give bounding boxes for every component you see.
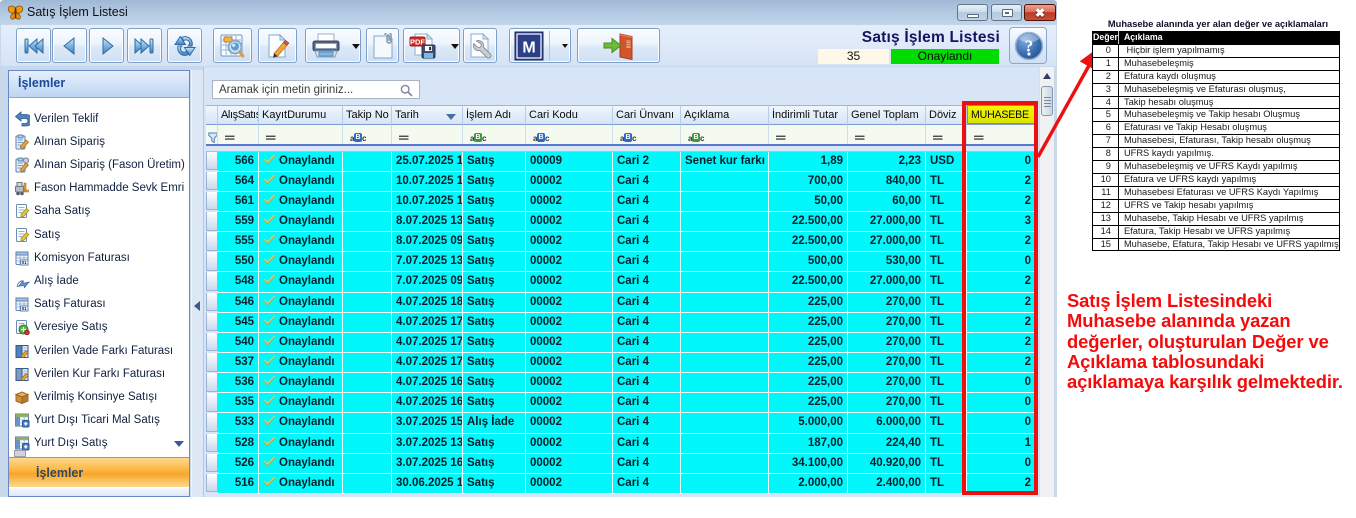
svg-text:M: M bbox=[522, 40, 535, 57]
svg-text:01: 01 bbox=[22, 306, 28, 311]
svg-text:01: 01 bbox=[22, 260, 28, 265]
